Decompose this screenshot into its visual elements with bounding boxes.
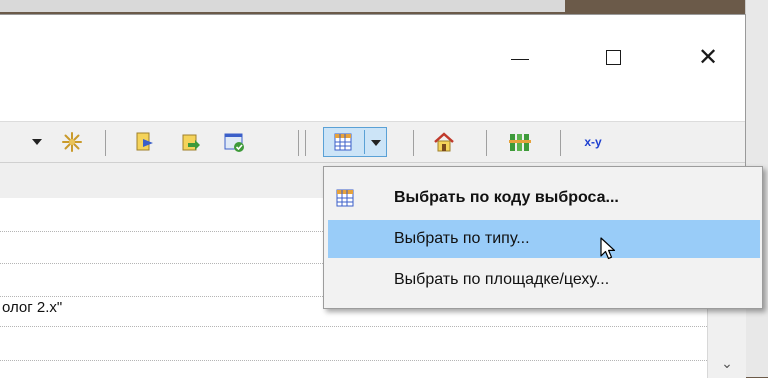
toolbar-dropdown-button[interactable] — [28, 131, 46, 153]
minimize-icon — [511, 58, 529, 60]
dropdown-arrow-icon — [371, 140, 381, 146]
context-menu: Выбрать по коду выброса... Выбрать по ти… — [323, 166, 763, 309]
split-divider — [364, 130, 365, 154]
toolbar-separator — [413, 130, 414, 156]
snowflake-button[interactable] — [58, 131, 86, 153]
menu-item-label: Выбрать по площадке/цеху... — [394, 271, 610, 288]
table-row-divider — [0, 326, 707, 328]
toolbar-separator — [105, 130, 106, 156]
background-window-strip — [0, 0, 565, 12]
title-bar: ✕ — [0, 15, 745, 121]
close-button[interactable]: ✕ — [685, 37, 731, 77]
xy-icon: x-y — [584, 135, 602, 149]
toolbar-separator — [305, 130, 306, 156]
home-button[interactable] — [430, 131, 458, 153]
window-apply-button[interactable] — [221, 131, 247, 153]
tree-button[interactable] — [506, 131, 534, 153]
grid-icon — [336, 189, 354, 207]
select-split-button[interactable] — [323, 127, 387, 157]
snowflake-icon — [62, 132, 82, 152]
maximize-icon — [605, 49, 621, 65]
document-arrow-icon — [136, 132, 153, 151]
dropdown-arrow-icon — [32, 139, 42, 145]
toolbar-separator — [298, 130, 299, 156]
window-check-icon — [224, 133, 244, 152]
scroll-down-icon[interactable]: ⌄ — [708, 356, 746, 372]
export-folder-button[interactable] — [178, 131, 204, 153]
folder-export-icon — [182, 134, 200, 151]
minimize-button[interactable] — [497, 37, 543, 77]
menu-item-select-by-code[interactable]: Выбрать по коду выброса... — [328, 179, 760, 217]
toolbar-separator — [560, 130, 561, 156]
toolbar: x-y — [0, 121, 745, 163]
tree-icon — [509, 134, 531, 151]
menu-item-label: Выбрать по коду выброса... — [394, 189, 619, 206]
table-cell[interactable]: олог 2.х" — [2, 299, 62, 316]
grid-icon — [334, 133, 352, 151]
mouse-cursor-icon — [600, 237, 616, 260]
table-row-divider — [0, 360, 707, 362]
toolbar-separator — [486, 130, 487, 156]
xy-button[interactable]: x-y — [578, 131, 608, 153]
maximize-button[interactable] — [590, 37, 636, 77]
menu-item-select-by-type[interactable]: Выбрать по типу... — [328, 220, 760, 258]
menu-item-label: Выбрать по типу... — [394, 230, 530, 247]
menu-item-select-by-site[interactable]: Выбрать по площадке/цеху... — [328, 261, 760, 299]
home-icon — [434, 132, 454, 152]
import-document-button[interactable] — [132, 131, 158, 153]
close-icon: ✕ — [697, 43, 719, 71]
